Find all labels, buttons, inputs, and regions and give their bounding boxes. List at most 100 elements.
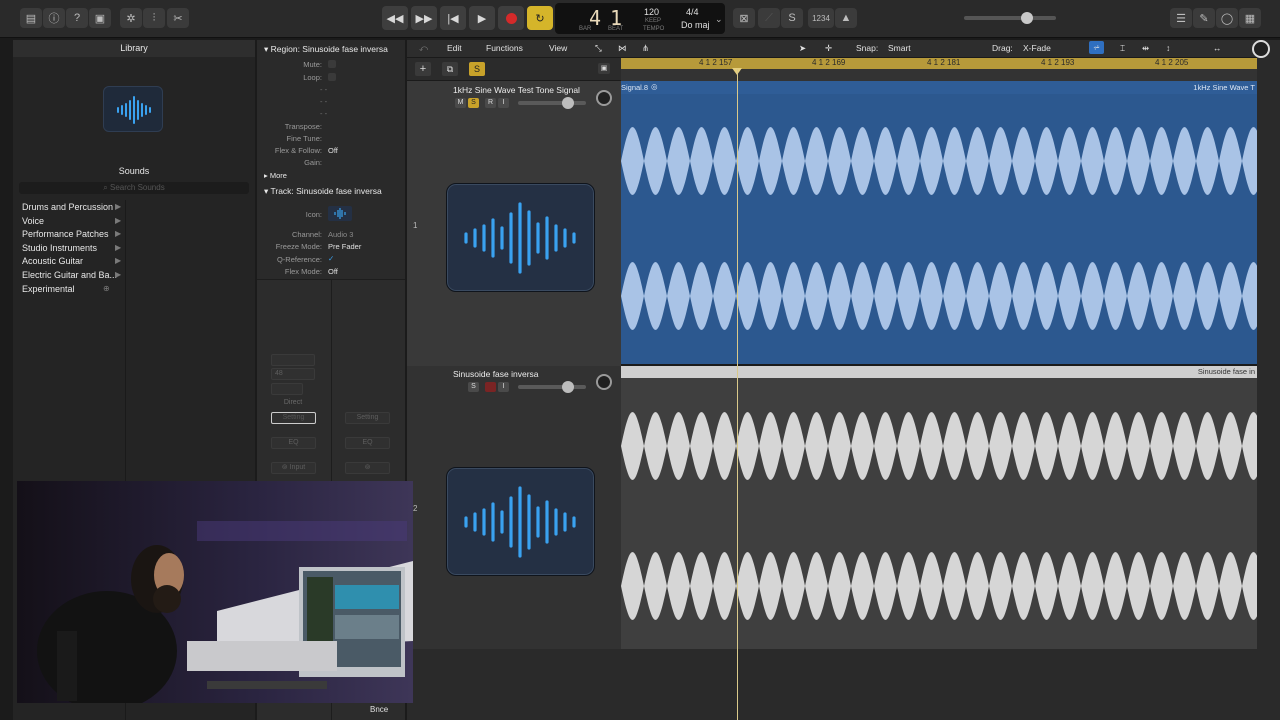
add-track-button[interactable]: + bbox=[415, 62, 431, 76]
tuner-icon[interactable]: ⟋ bbox=[758, 8, 780, 28]
functions-menu[interactable]: Functions bbox=[486, 43, 523, 53]
track-volume-fader[interactable] bbox=[518, 101, 586, 105]
audio-region-2[interactable] bbox=[621, 366, 1257, 649]
vertical-scrollbar[interactable] bbox=[1257, 40, 1280, 720]
input-button[interactable]: ⊚ Input bbox=[271, 462, 316, 474]
sound-category-voice[interactable]: Voice bbox=[22, 216, 44, 226]
lcd-display[interactable]: 4 1 BAR BEAT 120 KEEP TEMPO 4/4 Do maj ⌄ bbox=[555, 3, 725, 34]
region-header[interactable]: Signal.8 ◎ 1kHz Sine Wave T bbox=[621, 81, 1257, 94]
quantize-value[interactable]: - - bbox=[320, 85, 327, 94]
setting-left-button[interactable]: Setting bbox=[271, 412, 316, 424]
mixer-icon[interactable]: ⫶ bbox=[143, 8, 165, 28]
sound-category-electric-guitar[interactable]: Electric Guitar and Ba... bbox=[22, 270, 117, 280]
strip-format[interactable] bbox=[271, 383, 303, 395]
go-to-start-button[interactable]: |◀ bbox=[440, 6, 466, 30]
info-icon[interactable]: ⓘ bbox=[43, 8, 65, 28]
region-inspector-header[interactable]: ▾ Region: Sinusoide fase inversa bbox=[257, 42, 405, 56]
cycle-button[interactable]: ↻ bbox=[527, 6, 553, 30]
track-volume-knob[interactable] bbox=[562, 97, 574, 109]
snap-value[interactable]: Smart bbox=[888, 43, 911, 53]
scissors-icon[interactable]: ✂ bbox=[167, 8, 189, 28]
edit-menu[interactable]: Edit bbox=[447, 43, 462, 53]
record-enable-button[interactable]: R bbox=[485, 98, 496, 108]
sound-category-experimental[interactable]: Experimental bbox=[22, 284, 75, 294]
eq-left-button[interactable]: EQ bbox=[271, 437, 316, 449]
mute-checkbox[interactable] bbox=[328, 60, 336, 68]
delay-value[interactable]: - - bbox=[320, 109, 327, 118]
note-pad-icon[interactable]: ✎ bbox=[1193, 8, 1215, 28]
view-menu[interactable]: View bbox=[549, 43, 567, 53]
horizontal-zoom-icon[interactable]: ⇹ bbox=[1142, 43, 1149, 54]
zoom-handle[interactable] bbox=[1252, 40, 1270, 58]
master-volume-knob[interactable] bbox=[1021, 12, 1033, 24]
loop-checkbox[interactable] bbox=[328, 73, 336, 81]
search-sounds-input[interactable]: ⌕ Search Sounds bbox=[19, 182, 249, 194]
flex-follow-value[interactable]: Off bbox=[328, 146, 338, 155]
vertical-zoom-icon[interactable]: ⌶ bbox=[1120, 43, 1125, 54]
pan-knob[interactable] bbox=[596, 374, 612, 390]
eq-right-button[interactable]: EQ bbox=[345, 437, 390, 449]
browser-icon[interactable]: ▦ bbox=[1239, 8, 1261, 28]
track-icon-picker[interactable] bbox=[328, 206, 352, 221]
solo-icon[interactable]: S bbox=[781, 8, 803, 28]
vertical-size-icon[interactable]: ↕ bbox=[1166, 43, 1170, 53]
flex-icon[interactable]: ⋔ bbox=[642, 43, 649, 54]
duplicate-track-icon[interactable]: ⧉ bbox=[442, 62, 458, 76]
catch-icon[interactable]: ⤡ bbox=[595, 43, 602, 54]
help-icon[interactable]: ? bbox=[66, 8, 88, 28]
more-section[interactable]: ▸ More bbox=[257, 169, 405, 183]
pointer-tool-icon[interactable]: ➤ bbox=[799, 43, 806, 54]
horizontal-size-icon[interactable]: ↔ bbox=[1213, 43, 1222, 53]
input-gain[interactable]: 48 bbox=[271, 368, 315, 380]
track-volume-knob[interactable] bbox=[562, 381, 574, 393]
freeze-mode-value[interactable]: Pre Fader bbox=[328, 242, 361, 251]
forward-button[interactable]: ▶▶ bbox=[411, 6, 437, 30]
global-tracks-icon[interactable]: ▣ bbox=[598, 63, 610, 74]
record-enable-button[interactable] bbox=[485, 382, 496, 392]
count-in-button[interactable]: 1234 bbox=[808, 8, 834, 28]
settings-icon[interactable]: ✲ bbox=[120, 8, 142, 28]
q-reference-checkbox[interactable]: ✓ bbox=[328, 254, 334, 263]
input-monitor-button[interactable]: I bbox=[498, 98, 509, 108]
mute-button[interactable]: M bbox=[455, 98, 466, 108]
strip-slot[interactable] bbox=[271, 354, 315, 366]
sound-category-performance-patches[interactable]: Performance Patches bbox=[22, 229, 109, 239]
editors-icon[interactable]: ▣ bbox=[89, 8, 111, 28]
channel-value[interactable]: Audio 3 bbox=[328, 230, 353, 239]
track-inspector-header[interactable]: ▾ Track: Sinusoide fase inversa bbox=[257, 184, 405, 198]
sound-category-drums[interactable]: Drums and Percussion bbox=[22, 202, 113, 212]
library-icon[interactable]: ▤ bbox=[20, 8, 42, 28]
list-icon[interactable]: ☰ bbox=[1170, 8, 1192, 28]
timeline-ruler[interactable]: 4 1 2 157 4 1 2 169 4 1 2 181 4 1 2 193 … bbox=[621, 58, 1257, 69]
drag-value[interactable]: X-Fade bbox=[1023, 43, 1051, 53]
master-volume-slider[interactable] bbox=[964, 16, 1056, 20]
waveform-zoom-icon[interactable]: ⩫ bbox=[1089, 41, 1105, 54]
input-monitor-button[interactable]: I bbox=[498, 382, 509, 392]
q-swing-value[interactable]: - - bbox=[320, 97, 327, 106]
track-volume-fader[interactable] bbox=[518, 385, 586, 389]
solo-button[interactable]: S bbox=[468, 382, 479, 392]
marker-lane[interactable] bbox=[621, 69, 1257, 81]
back-icon[interactable]: ⤺ bbox=[419, 43, 428, 54]
track-name[interactable]: Sinusoide fase inversa bbox=[453, 369, 539, 379]
crosshair-tool-icon[interactable]: ✛ bbox=[825, 43, 832, 54]
playhead[interactable] bbox=[737, 69, 738, 720]
loop-browser-icon[interactable]: ◯ bbox=[1216, 8, 1238, 28]
link-right-button[interactable]: ⊚ bbox=[345, 462, 390, 474]
bounce-button[interactable]: Bnce bbox=[370, 705, 388, 714]
chevron-down-icon[interactable]: ⌄ bbox=[715, 14, 723, 25]
track-name[interactable]: 1kHz Sine Wave Test Tone Signal bbox=[453, 85, 580, 95]
link-icon[interactable]: ⋈ bbox=[618, 43, 627, 54]
record-button[interactable] bbox=[498, 6, 524, 30]
play-button[interactable]: ▶ bbox=[469, 6, 495, 30]
metronome-icon[interactable]: ▲ bbox=[835, 8, 857, 28]
audio-region-1[interactable] bbox=[621, 81, 1257, 364]
flex-mode-value[interactable]: Off bbox=[328, 267, 338, 276]
replace-icon[interactable]: ⊠ bbox=[733, 8, 755, 28]
solo-button[interactable]: S bbox=[468, 98, 479, 108]
global-solo-button[interactable]: S bbox=[469, 62, 485, 76]
region-header[interactable]: Sinusoide fase in bbox=[621, 366, 1257, 378]
empty-track-area[interactable] bbox=[407, 649, 1257, 720]
pan-knob[interactable] bbox=[596, 90, 612, 106]
sound-category-studio-instruments[interactable]: Studio Instruments bbox=[22, 243, 97, 253]
